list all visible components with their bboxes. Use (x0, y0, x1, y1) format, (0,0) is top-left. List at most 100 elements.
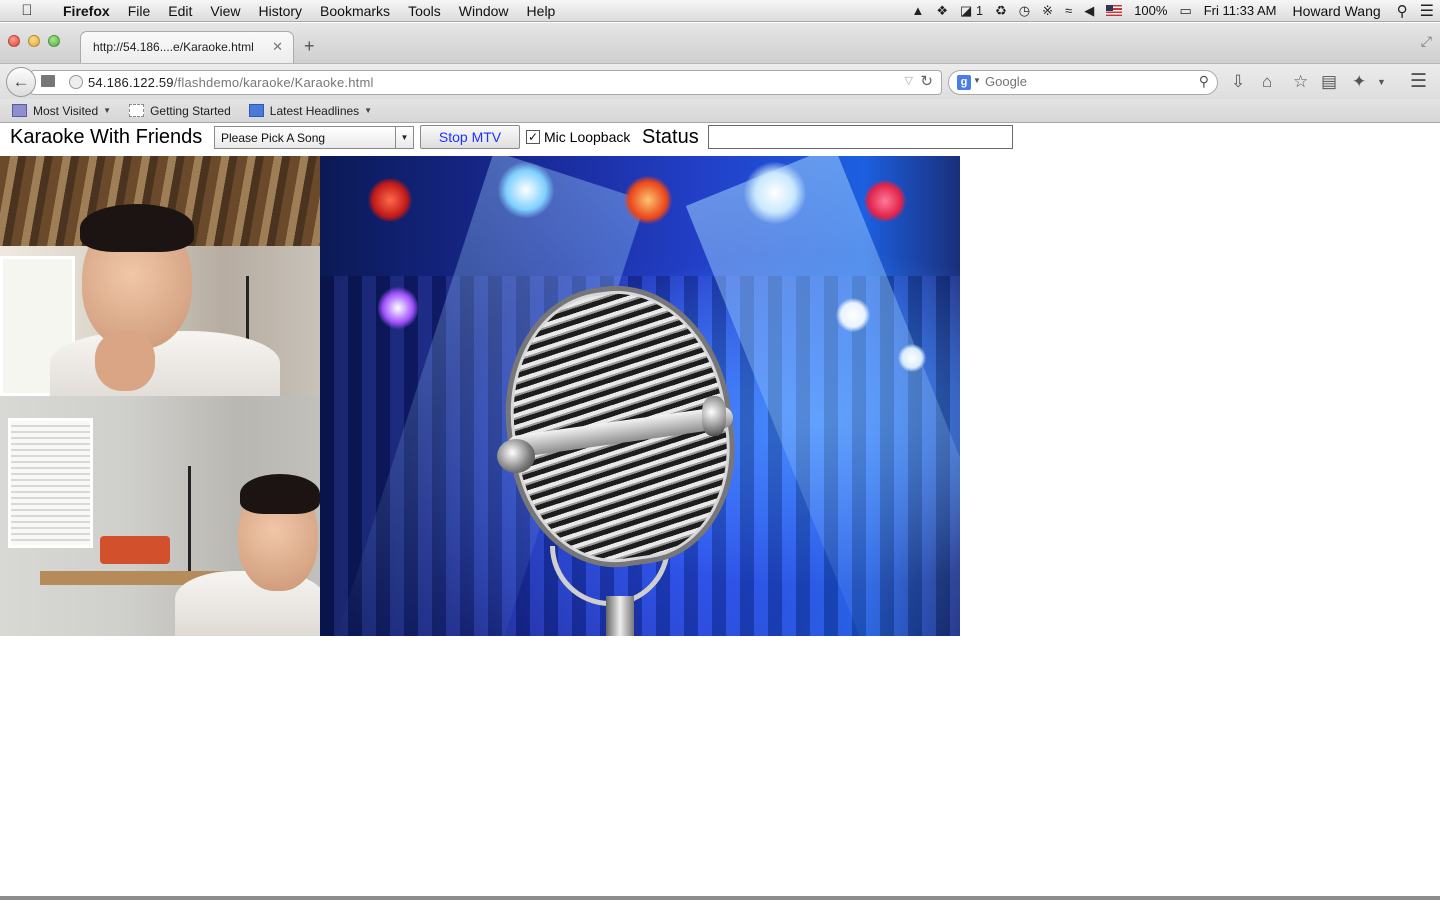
window-blinds (8, 418, 93, 548)
song-select-value: Please Pick A Song (221, 131, 326, 145)
person-hair (80, 204, 194, 252)
webcam-video-2 (0, 396, 320, 636)
menu-file[interactable]: File (119, 3, 160, 19)
floor-lamp (188, 466, 191, 576)
window-minimize-button[interactable] (28, 35, 40, 47)
fullscreen-icon[interactable]: ⤢ (1421, 33, 1432, 50)
feed-icon (248, 104, 264, 117)
search-input[interactable] (985, 74, 1175, 89)
search-engine-dropdown-icon[interactable]: ▼ (973, 76, 981, 85)
tab-strip: http://54.186....e/Karaoke.html ✕ + ⤢ (0, 23, 1440, 63)
stage-light-orange (624, 176, 672, 224)
flag-icon[interactable] (1106, 5, 1123, 16)
chevron-down-icon[interactable]: ▼ (395, 127, 413, 148)
person-hand (95, 331, 155, 391)
site-identity-icon[interactable] (69, 75, 83, 89)
microphone-knob (702, 396, 726, 436)
menu-history[interactable]: History (249, 3, 311, 19)
notification-center-icon[interactable]: ☰ (1414, 1, 1440, 21)
adobe-icon[interactable]: ◪ 1 (954, 3, 989, 19)
stage-light-pink (864, 180, 906, 222)
bookmark-most-visited[interactable]: Most Visited ▼ (12, 104, 111, 118)
bookmark-getting-started[interactable]: Getting Started (129, 104, 231, 118)
search-icon[interactable]: ⚲ (1199, 73, 1209, 90)
home-icon[interactable]: ⌂ (1262, 72, 1272, 92)
sync-icon[interactable]: ♻ (989, 3, 1013, 19)
song-select[interactable]: Please Pick A Song ▼ (214, 126, 414, 149)
extension-dropdown-icon[interactable]: ▼ (1377, 77, 1386, 87)
stage-light-white (744, 162, 806, 224)
back-button[interactable]: ← (6, 67, 36, 97)
mic-loopback-label[interactable]: Mic Loopback (544, 129, 630, 145)
search-bar[interactable]: g ▼ ⚲ (948, 70, 1218, 95)
bookmark-label: Getting Started (150, 103, 231, 118)
menu-app-firefox[interactable]: Firefox (54, 3, 119, 19)
window-zoom-button[interactable] (48, 35, 60, 47)
status-field[interactable] (708, 125, 1013, 149)
bluetooth-icon[interactable]: ※ (1036, 3, 1059, 19)
drive-icon[interactable]: ▲ (905, 3, 930, 18)
apple-icon[interactable]:  (0, 2, 54, 19)
reload-icon[interactable]: ↻ (920, 72, 933, 90)
menu-bookmarks[interactable]: Bookmarks (311, 3, 399, 19)
battery-icon[interactable]: ▭ (1173, 3, 1197, 19)
microphone-stand (606, 596, 634, 636)
menu-bar:  Firefox File Edit View History Bookmar… (0, 0, 1440, 22)
mic-loopback-checkbox[interactable]: ✓ (526, 130, 540, 144)
url-text[interactable]: 54.186.122.59/flashdemo/karaoke/Karaoke.… (88, 75, 374, 90)
url-history-dropdown-icon[interactable]: ▽ (905, 74, 913, 87)
reading-list-icon[interactable]: ▤ (1321, 72, 1337, 92)
download-icon[interactable]: ⇩ (1231, 72, 1245, 92)
stage-light-white (836, 298, 870, 332)
window-close-button[interactable] (8, 35, 20, 47)
tab-karaoke[interactable]: http://54.186....e/Karaoke.html ✕ (80, 31, 294, 63)
time-machine-icon[interactable]: ◷ (1013, 3, 1036, 19)
bookmark-label: Most Visited (33, 103, 99, 118)
url-host: 54.186.122.59 (88, 75, 174, 90)
chevron-down-icon: ▼ (364, 106, 373, 115)
stop-mtv-button[interactable]: Stop MTV (420, 125, 520, 149)
page-title: Karaoke With Friends (10, 126, 203, 148)
menu-window[interactable]: Window (450, 3, 518, 19)
stage-light-red (368, 178, 412, 222)
tab-close-icon[interactable]: ✕ (272, 39, 283, 55)
karaoke-controls: Karaoke With Friends Please Pick A Song … (0, 124, 1440, 156)
tab-title: http://54.186....e/Karaoke.html (93, 40, 254, 54)
spotlight-search-icon[interactable]: ⚲ (1391, 2, 1414, 20)
user-name[interactable]: Howard Wang (1282, 3, 1390, 19)
volume-icon[interactable]: ◀ (1078, 3, 1100, 19)
person-hair (240, 474, 320, 514)
extension-icon[interactable]: ✦ (1352, 72, 1366, 92)
url-bar[interactable]: 54.186.122.59/flashdemo/karaoke/Karaoke.… (30, 70, 942, 95)
battery-percent[interactable]: 100% (1128, 3, 1173, 18)
bookmark-latest-headlines[interactable]: Latest Headlines ▼ (248, 103, 373, 118)
adobe-count: 1 (975, 2, 984, 18)
folder-icon (12, 104, 27, 117)
mtv-video (320, 156, 960, 636)
web-page: Karaoke With Friends Please Pick A Song … (0, 124, 1440, 896)
menu-icon[interactable]: ☰ (1410, 70, 1427, 93)
status-label: Status (642, 126, 699, 148)
menu-help[interactable]: Help (518, 3, 565, 19)
bookmark-star-icon[interactable]: ☆ (1293, 72, 1308, 92)
microphone-knob (497, 439, 535, 473)
menu-edit[interactable]: Edit (159, 3, 201, 19)
red-chair (100, 536, 170, 564)
webcam-video-1 (0, 156, 320, 396)
stage-light-white (498, 162, 554, 218)
stage-light-white (898, 344, 926, 372)
menu-tools[interactable]: Tools (399, 3, 450, 19)
dropbox-icon[interactable]: ❖ (930, 3, 954, 19)
page-icon (129, 104, 145, 117)
window-bottom-edge (0, 896, 1440, 900)
wifi-icon[interactable]: ≈ (1059, 3, 1078, 18)
bookmarks-toolbar: Most Visited ▼ Getting Started Latest He… (0, 99, 1440, 123)
google-engine-icon[interactable]: g (957, 75, 971, 90)
url-path: /flashdemo/karaoke/Karaoke.html (173, 75, 374, 90)
stage-light-violet (378, 286, 418, 330)
bookmark-label: Latest Headlines (269, 103, 360, 118)
new-tab-button[interactable]: + (304, 36, 315, 57)
clock[interactable]: Fri 11:33 AM (1198, 3, 1283, 18)
menu-view[interactable]: View (201, 3, 249, 19)
page-icon (41, 75, 55, 87)
